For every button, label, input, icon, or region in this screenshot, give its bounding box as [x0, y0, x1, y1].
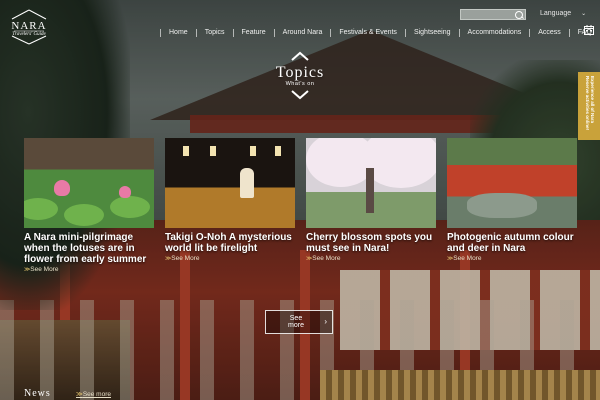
see-more-link[interactable]: ≫See More: [447, 255, 577, 262]
see-more-link[interactable]: ≫See More: [24, 266, 154, 273]
language-label: Language: [540, 10, 572, 17]
language-selector[interactable]: Language ⌄: [540, 10, 586, 17]
topic-card[interactable]: Photogenic autumn colour and deer in Nar…: [447, 138, 577, 262]
chevron-down-icon: ⌄: [581, 11, 587, 17]
nav-item-sightseeing[interactable]: Sightseeing: [404, 29, 459, 37]
see-more-button-label-1: See: [289, 315, 303, 322]
topics-title: Topics: [275, 64, 325, 81]
topic-card[interactable]: Takigi O-Noh A mysterious world lit be f…: [165, 138, 295, 262]
online-booking-tab[interactable]: Experience all of Nara Reserve activitie…: [578, 72, 600, 140]
logo-subtitle: Travelers' Guide: [12, 32, 46, 37]
topic-card-photo[interactable]: [447, 138, 577, 228]
topics-subtitle: What's on: [285, 81, 315, 87]
topic-card-title[interactable]: Takigi O-Noh A mysterious world lit be f…: [165, 232, 295, 254]
nav-item-around-nara[interactable]: Around Nara: [273, 29, 331, 37]
news-see-more-link[interactable]: ≫See more: [76, 390, 111, 398]
topics-header: Topics What's on: [240, 50, 360, 101]
news-heading: News: [24, 388, 51, 399]
see-more-link[interactable]: ≫See More: [165, 255, 295, 262]
calendar-icon[interactable]: [584, 25, 594, 35]
topic-card-title[interactable]: Photogenic autumn colour and deer in Nar…: [447, 232, 577, 254]
see-more-link[interactable]: ≫See More: [306, 255, 436, 262]
search-icon[interactable]: [515, 11, 523, 19]
see-more-button-label-2: more: [288, 322, 304, 329]
topics-see-more-button[interactable]: See more ›: [265, 310, 333, 334]
topic-card[interactable]: Cherry blossom spots you must see in Nar…: [306, 138, 436, 262]
nav-item-festivals-events[interactable]: Festivals & Events: [330, 29, 405, 37]
topic-card-photo[interactable]: [306, 138, 436, 228]
chevron-up-icon[interactable]: [290, 50, 310, 62]
chevron-right-icon: ›: [324, 317, 327, 326]
site-logo[interactable]: NARA Travelers' Guide: [8, 9, 50, 45]
nav-item-access[interactable]: Access: [529, 29, 569, 37]
topic-card-photo[interactable]: [165, 138, 295, 228]
nav-item-feature[interactable]: Feature: [232, 29, 274, 37]
topic-card[interactable]: A Nara mini-pilgrimage when the lotuses …: [24, 138, 154, 273]
nav-item-accommodations[interactable]: Accommodations: [458, 29, 530, 37]
topic-card-title[interactable]: A Nara mini-pilgrimage when the lotuses …: [24, 232, 154, 265]
topic-card-photo[interactable]: [24, 138, 154, 228]
topic-card-title[interactable]: Cherry blossom spots you must see in Nar…: [306, 232, 436, 254]
nav-item-home[interactable]: Home: [160, 29, 196, 37]
nav-item-topics[interactable]: Topics: [195, 29, 233, 37]
main-nav: Home Topics Feature Around Nara Festival…: [160, 28, 600, 38]
online-booking-label: Experience all of Nara Reserve activitie…: [585, 76, 595, 131]
search-input[interactable]: [460, 9, 526, 20]
logo-name: NARA: [11, 20, 47, 32]
chevron-down-icon[interactable]: [290, 89, 310, 101]
